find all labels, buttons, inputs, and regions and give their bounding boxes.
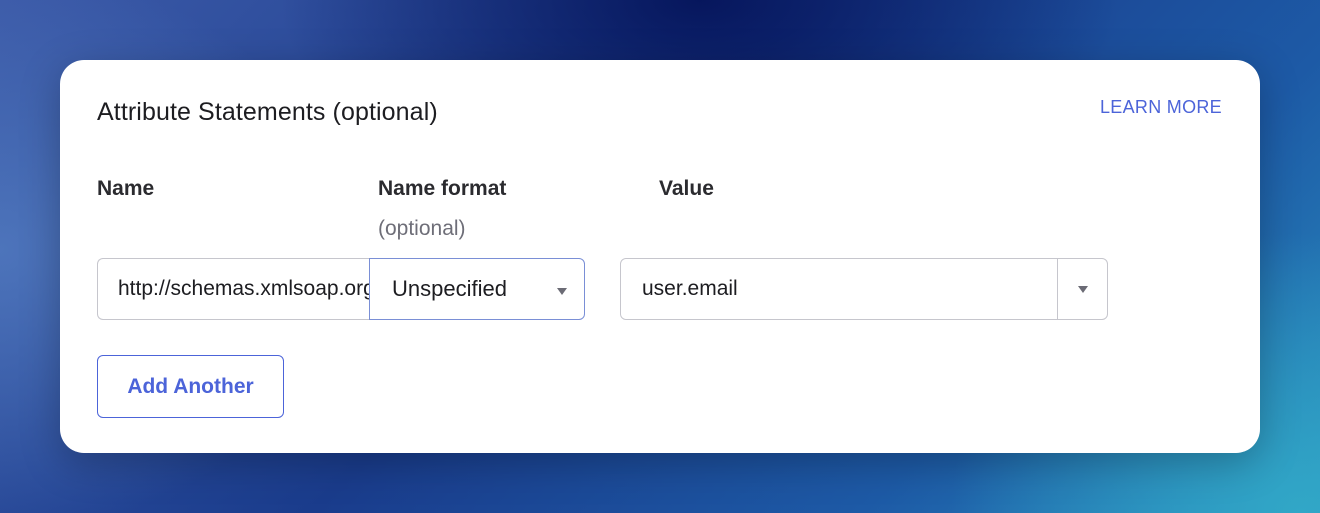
name-format-optional-hint: (optional) — [378, 217, 466, 240]
add-another-button[interactable]: Add Another — [97, 355, 284, 418]
value-column-label: Value — [659, 177, 714, 200]
name-format-column-label: Name format — [378, 177, 507, 200]
attribute-statements-card: Attribute Statements (optional) LEARN MO… — [60, 60, 1260, 453]
name-format-selected-value: Unspecified — [392, 276, 507, 301]
name-format-select[interactable]: Unspecified — [369, 258, 585, 320]
section-title: Attribute Statements (optional) — [97, 98, 438, 126]
attribute-value-input[interactable] — [621, 259, 1058, 319]
value-dropdown-toggle[interactable] — [1059, 259, 1107, 319]
chevron-down-icon — [557, 288, 567, 295]
learn-more-link[interactable]: LEARN MORE — [1100, 97, 1222, 118]
name-column-label: Name — [97, 177, 155, 200]
chevron-down-icon — [1078, 286, 1088, 293]
attribute-name-input[interactable] — [97, 258, 370, 320]
value-combobox — [620, 258, 1108, 320]
